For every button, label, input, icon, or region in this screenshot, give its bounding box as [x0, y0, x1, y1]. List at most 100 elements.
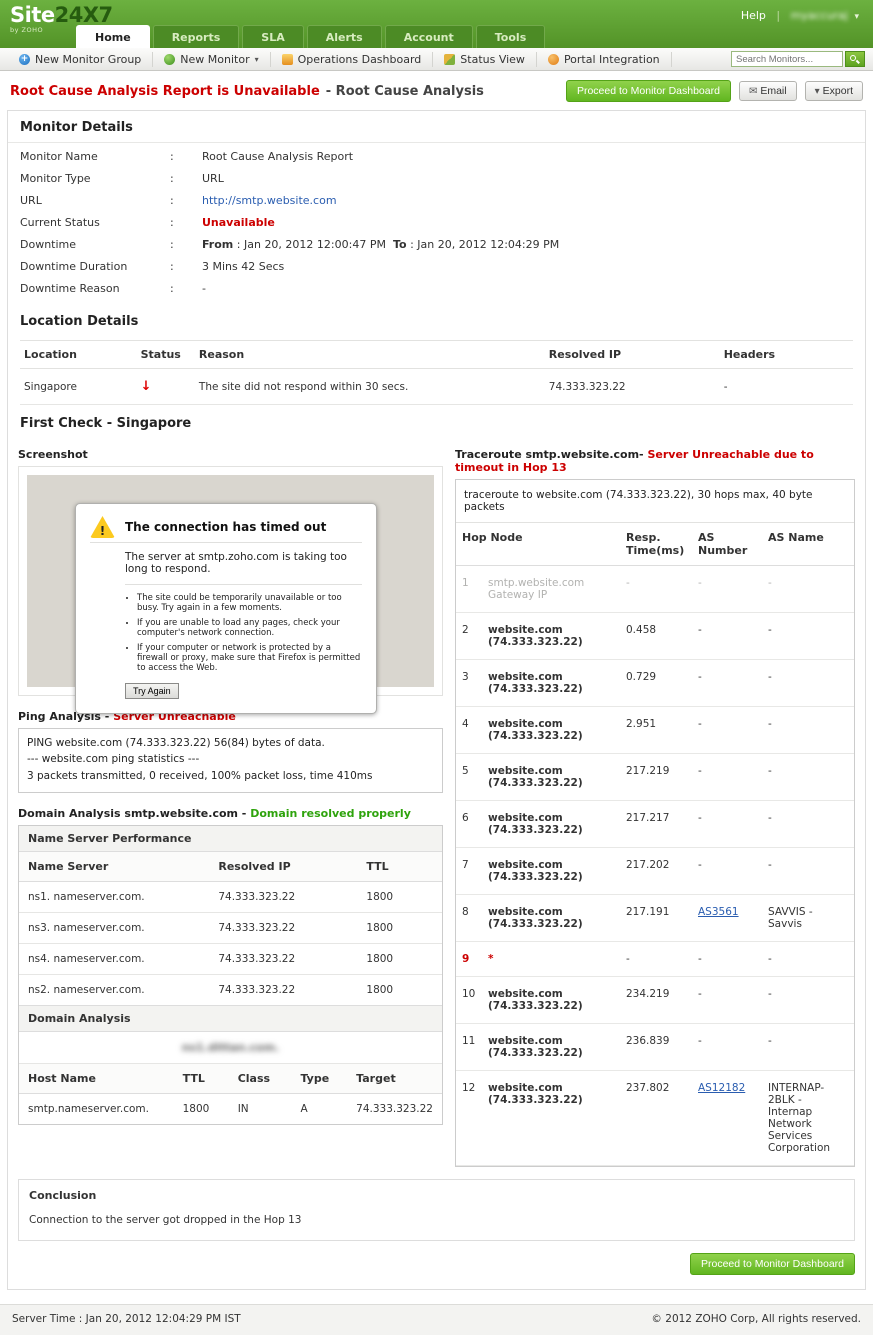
- tab-account[interactable]: Account: [385, 25, 473, 48]
- traceroute-row: 11 website.com (74.333.323.22) 236.839 -…: [456, 1024, 854, 1071]
- tab-tools[interactable]: Tools: [476, 25, 545, 48]
- traceroute-row: 8 website.com (74.333.323.22) 217.191 AS…: [456, 895, 854, 942]
- bullet: If you are unable to load any pages, che…: [137, 618, 362, 638]
- ns-name: ns2. nameserver.com.: [19, 974, 209, 1005]
- as-number-link[interactable]: AS12182: [698, 1082, 745, 1094]
- col-type: Type: [291, 1064, 347, 1094]
- divider: |: [776, 9, 780, 22]
- server-time: Server Time : Jan 20, 2012 12:04:29 PM I…: [12, 1313, 241, 1325]
- as-name: -: [762, 942, 854, 977]
- headers-value: -: [720, 369, 853, 405]
- unavailable-message: Root Cause Analysis Report is Unavailabl…: [10, 84, 320, 99]
- status-view-icon: [444, 54, 455, 65]
- first-check-heading: First Check - Singapore: [8, 407, 865, 438]
- host-target: 74.333.323.22: [347, 1093, 442, 1124]
- status-view-button[interactable]: Status View: [433, 52, 537, 67]
- as-number: -: [692, 801, 762, 848]
- hop-number: 1: [456, 566, 482, 613]
- as-number: -: [692, 942, 762, 977]
- proceed-to-dashboard-button[interactable]: Proceed to Monitor Dashboard: [566, 80, 731, 102]
- col-resolved-ip: Resolved IP: [545, 341, 720, 369]
- copyright: © 2012 ZOHO Corp, All rights reserved.: [651, 1313, 861, 1325]
- operations-dashboard-button[interactable]: Operations Dashboard: [271, 52, 434, 67]
- resp-time: 234.219: [620, 977, 692, 1024]
- monitor-url-link[interactable]: http://smtp.website.com: [202, 194, 337, 207]
- ns-ip: 74.333.323.22: [209, 912, 357, 943]
- as-number-link[interactable]: AS3561: [698, 906, 739, 918]
- domain-status: Domain resolved properly: [250, 807, 411, 820]
- warning-icon: !: [90, 516, 115, 538]
- chevron-down-icon: ▾: [255, 55, 259, 64]
- tab-alerts[interactable]: Alerts: [307, 25, 382, 48]
- toolbar: + New Monitor Group New Monitor ▾ Operat…: [0, 48, 873, 71]
- location-details-heading: Location Details: [8, 305, 865, 336]
- traceroute-table: Hop Node Resp. Time(ms) AS Number AS Nam…: [456, 523, 854, 1166]
- location-row: Singapore ↓ The site did not respond wit…: [20, 369, 853, 405]
- tab-sla[interactable]: SLA: [242, 25, 303, 48]
- traceroute-row: 9 * - - -: [456, 942, 854, 977]
- colon: :: [170, 260, 202, 273]
- col-headers: Headers: [720, 341, 853, 369]
- export-button[interactable]: ▾Export: [805, 81, 863, 101]
- screenshot-frame: ! The connection has timed out The serve…: [18, 466, 443, 696]
- redacted-domain-row: ns1.dittan.com.: [19, 1032, 442, 1064]
- username[interactable]: myaccuraj: [791, 9, 848, 22]
- new-monitor-button[interactable]: New Monitor ▾: [153, 52, 270, 67]
- resp-time: 237.802: [620, 1071, 692, 1166]
- logo-24x7: 24X7: [55, 3, 113, 27]
- hop-number: 12: [456, 1071, 482, 1166]
- dashboard-icon: [282, 54, 293, 65]
- col-class: Class: [229, 1064, 292, 1094]
- ns-ip: 74.333.323.22: [209, 974, 357, 1005]
- traceroute-row: 3 website.com (74.333.323.22) 0.729 - -: [456, 660, 854, 707]
- export-icon: ▾: [815, 86, 820, 97]
- screenshot-label: Screenshot: [18, 448, 443, 461]
- field-label: URL: [20, 194, 170, 207]
- logo-site: Site: [10, 3, 55, 27]
- ns-ttl: 1800: [357, 943, 442, 974]
- try-again-button[interactable]: Try Again: [125, 683, 179, 699]
- field-label: Current Status: [20, 216, 170, 229]
- monitor-details-heading: Monitor Details: [8, 111, 865, 142]
- traceroute-title: Traceroute smtp.website.com-: [455, 448, 644, 461]
- search-button[interactable]: [845, 51, 865, 67]
- as-name: -: [762, 613, 854, 660]
- colon: :: [170, 172, 202, 185]
- detail-row-current-status: Current Status : Unavailable: [8, 211, 865, 233]
- reason-value: The site did not respond within 30 secs.: [195, 369, 545, 405]
- tab-home[interactable]: Home: [76, 25, 150, 48]
- ns-row: ns4. nameserver.com. 74.333.323.22 1800: [19, 943, 442, 974]
- status-badge: Unavailable: [202, 216, 275, 229]
- hop-number: 3: [456, 660, 482, 707]
- help-link[interactable]: Help: [741, 9, 766, 22]
- ping-line: 3 packets transmitted, 0 received, 100% …: [27, 768, 434, 784]
- proceed-to-dashboard-button-bottom[interactable]: Proceed to Monitor Dashboard: [690, 1253, 855, 1275]
- field-label: Downtime Reason: [20, 282, 170, 295]
- as-name: -: [762, 977, 854, 1024]
- tab-reports[interactable]: Reports: [153, 25, 240, 48]
- name-server-table: Name Server Resolved IP TTL ns1. nameser…: [19, 852, 442, 1005]
- as-name: -: [762, 707, 854, 754]
- as-number: -: [692, 754, 762, 801]
- hop-node: *: [482, 942, 620, 977]
- name-server-performance-heading: Name Server Performance: [19, 826, 442, 852]
- hop-number: 9: [456, 942, 482, 977]
- traceroute-header-row: Hop Node Resp. Time(ms) AS Number AS Nam…: [456, 523, 854, 566]
- email-button[interactable]: ✉Email: [739, 81, 797, 101]
- portal-integration-button[interactable]: Portal Integration: [537, 52, 672, 67]
- traceroute-row: 6 website.com (74.333.323.22) 217.217 - …: [456, 801, 854, 848]
- ns-name: ns3. nameserver.com.: [19, 912, 209, 943]
- hop-node: website.com (74.333.323.22): [482, 613, 620, 660]
- new-monitor-group-button[interactable]: + New Monitor Group: [8, 52, 153, 67]
- traceroute-row: 10 website.com (74.333.323.22) 234.219 -…: [456, 977, 854, 1024]
- col-location: Location: [20, 341, 137, 369]
- resp-time: 0.729: [620, 660, 692, 707]
- hop-node: website.com (74.333.323.22): [482, 754, 620, 801]
- as-name: -: [762, 754, 854, 801]
- new-monitor-label: New Monitor: [180, 53, 249, 66]
- footer: Server Time : Jan 20, 2012 12:04:29 PM I…: [0, 1304, 873, 1335]
- app-header: Site24X7 by ZOHO Help | myaccuraj ▾ Home…: [0, 0, 873, 48]
- hop-number: 7: [456, 848, 482, 895]
- as-number: -: [692, 613, 762, 660]
- search-input[interactable]: [731, 51, 843, 67]
